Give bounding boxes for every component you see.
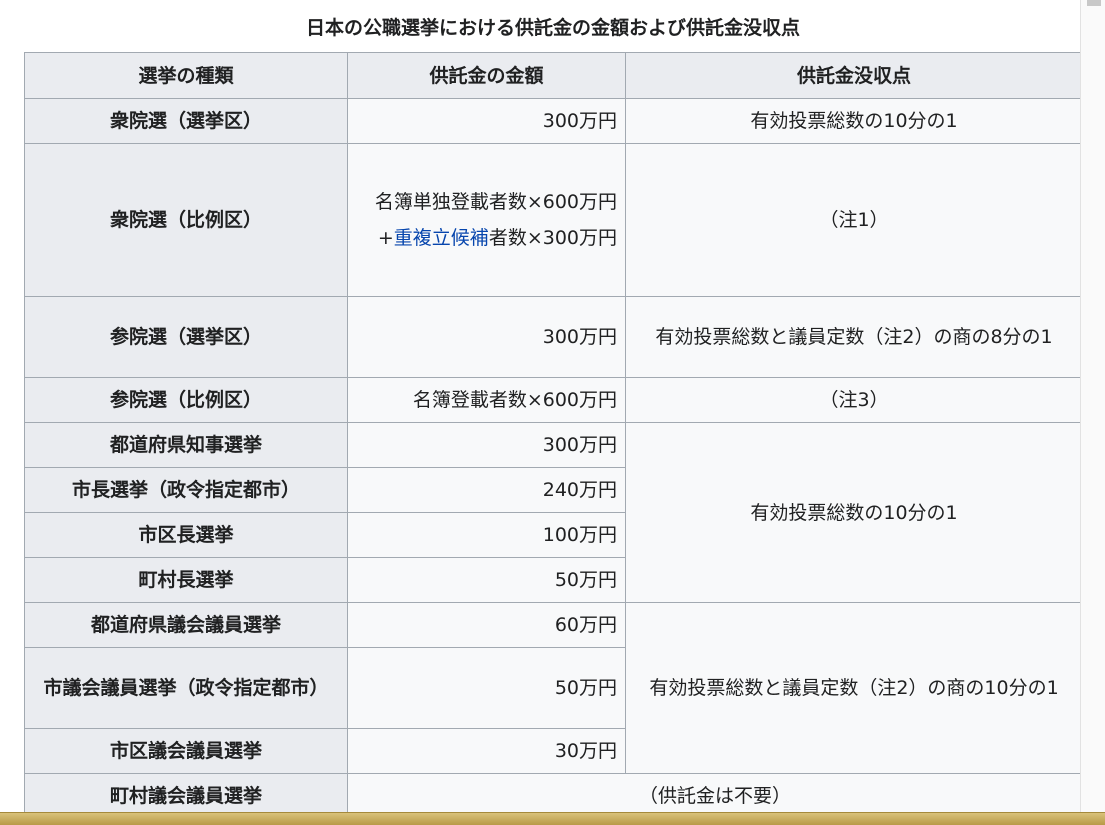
duplicate-candidacy-link[interactable]: 重複立候補 xyxy=(394,227,489,249)
header-deposit-amount: 供託金の金額 xyxy=(347,52,626,99)
amount-plus: + xyxy=(377,227,394,249)
row-election-type: 市区長選挙 xyxy=(24,512,348,558)
row-election-type: 市長選挙（政令指定都市） xyxy=(24,467,348,513)
row-election-type: 都道府県知事選挙 xyxy=(24,422,348,468)
row-deposit-amount: 300万円 xyxy=(347,422,626,468)
row-deposit-amount: 100万円 xyxy=(347,512,626,558)
row-election-type: 町村長選挙 xyxy=(24,557,348,603)
scrollbar-thumb[interactable] xyxy=(1087,0,1101,6)
amount-text: 者数×300万円 xyxy=(488,227,617,249)
row-forfeit-threshold: 有効投票総数の10分の1 xyxy=(625,98,1083,144)
row-election-type: 市議会議員選挙（政令指定都市） xyxy=(24,647,348,729)
table-row: 衆院選（選挙区） 300万円 有効投票総数の10分の1 xyxy=(24,98,1083,144)
row-deposit-amount: 名簿登載者数×600万円 xyxy=(347,377,626,423)
row-election-type: 市区議会議員選挙 xyxy=(24,728,348,774)
row-election-type: 参院選（選挙区） xyxy=(24,296,348,378)
table-header-row: 選挙の種類 供託金の金額 供託金没収点 xyxy=(24,52,1083,99)
header-election-type: 選挙の種類 xyxy=(24,52,348,99)
row-deposit-amount: 240万円 xyxy=(347,467,626,513)
amount-text: 名簿単独登載者数×600万円 xyxy=(374,191,617,213)
row-election-type: 参院選（比例区） xyxy=(24,377,348,423)
row-forfeit-threshold: （注1） xyxy=(625,143,1083,297)
row-election-type: 都道府県議会議員選挙 xyxy=(24,602,348,648)
row-deposit-amount: 名簿単独登載者数×600万円 +重複立候補者数×300万円 xyxy=(347,143,626,297)
vertical-scrollbar[interactable] xyxy=(1080,0,1105,812)
table-row: 参院選（選挙区） 300万円 有効投票総数と議員定数（注2）の商の8分の1 xyxy=(24,296,1083,378)
row-deposit-amount: 50万円 xyxy=(347,647,626,729)
table-row: 衆院選（比例区） 名簿単独登載者数×600万円 +重複立候補者数×300万円 （… xyxy=(24,143,1083,297)
window-bottom-edge xyxy=(0,812,1105,825)
table-row: 都道府県議会議員選挙 60万円 有効投票総数と議員定数（注2）の商の10分の1 xyxy=(24,602,1083,774)
table-row: 参院選（比例区） 名簿登載者数×600万円 （注3） xyxy=(24,377,1083,423)
row-forfeit-threshold: （注3） xyxy=(625,377,1083,423)
row-forfeit-threshold: 有効投票総数の10分の1 xyxy=(625,422,1083,603)
row-election-type: 衆院選（選挙区） xyxy=(24,98,348,144)
row-forfeit-threshold: 有効投票総数と議員定数（注2）の商の8分の1 xyxy=(625,296,1083,378)
row-deposit-amount: 50万円 xyxy=(347,557,626,603)
table-caption: 日本の公職選挙における供託金の金額および供託金没収点 xyxy=(305,17,800,39)
row-deposit-amount: 300万円 xyxy=(347,98,626,144)
row-election-type: 衆院選（比例区） xyxy=(24,143,348,297)
row-forfeit-threshold: 有効投票総数と議員定数（注2）の商の10分の1 xyxy=(625,602,1083,774)
table-row: 都道府県知事選挙 300万円 有効投票総数の10分の1 xyxy=(24,422,1083,603)
deposit-table: 選挙の種類 供託金の金額 供託金没収点 衆院選（選挙区） 300万円 有効投票総… xyxy=(24,52,1083,819)
row-deposit-amount: 300万円 xyxy=(347,296,626,378)
row-deposit-amount: 30万円 xyxy=(347,728,626,774)
header-forfeit-threshold: 供託金没収点 xyxy=(625,52,1083,99)
row-deposit-amount: 60万円 xyxy=(347,602,626,648)
